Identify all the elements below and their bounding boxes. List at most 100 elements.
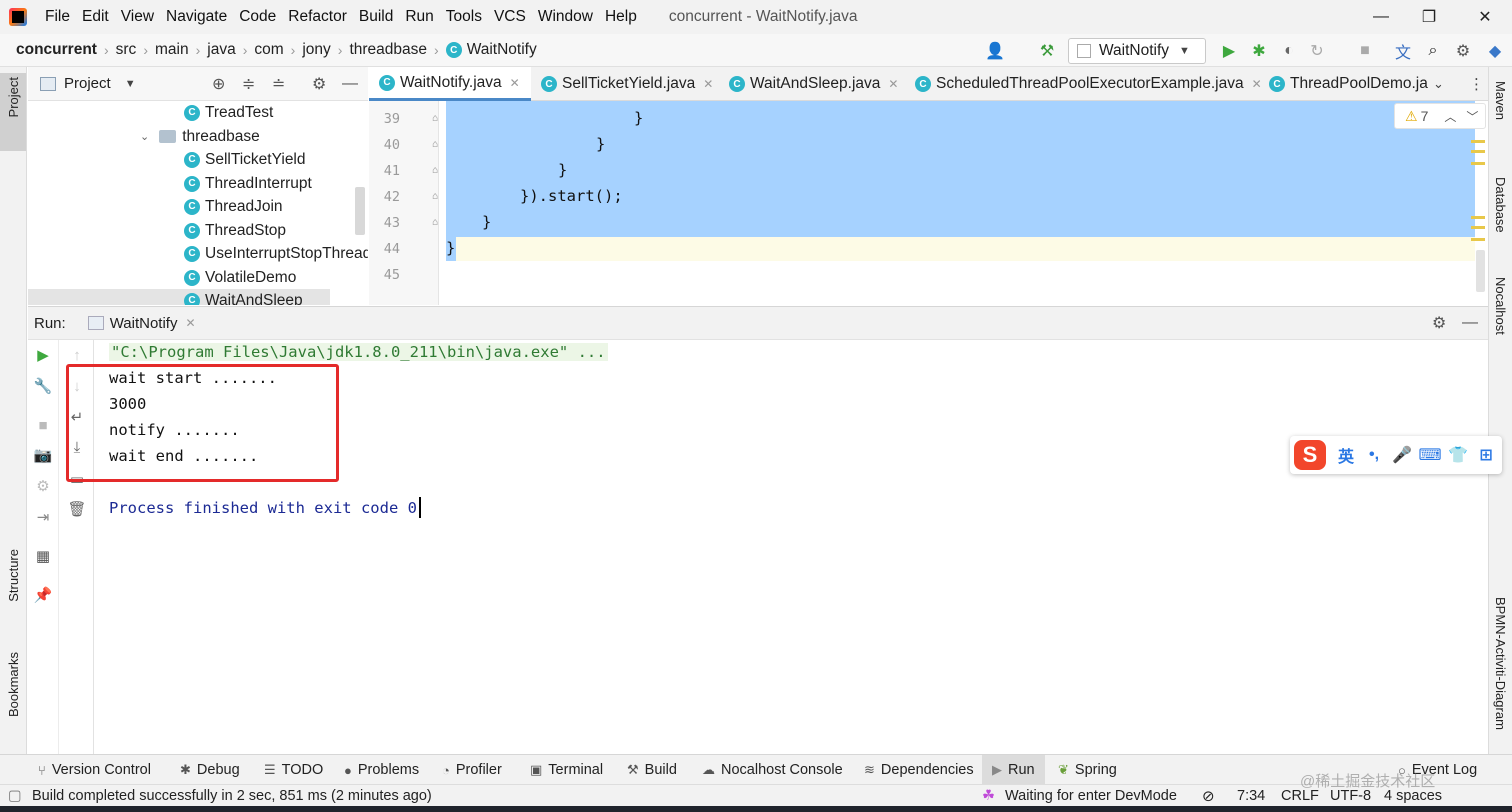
inspection-widget[interactable]: ⚠ 7 ︿ ﹀ [1394,103,1486,129]
editor-scrollbar[interactable] [1476,250,1485,292]
breadcrumb-project[interactable]: concurrent [14,41,99,59]
tool-tab-version-control[interactable]: ⑂ Version Control [38,755,151,785]
tool-tab-build[interactable]: ⚒ Build [627,755,677,785]
fold-marker-icon[interactable]: ⌂ [432,217,438,228]
bookmarks-toolwindow-button[interactable]: Bookmarks [6,652,21,717]
chevron-down-icon[interactable]: ⌄ [140,130,149,143]
error-stripe-mark[interactable] [1471,216,1485,219]
toggle-toolwindows-icon[interactable]: ▢ [8,785,22,807]
breadcrumb-java[interactable]: java [205,41,237,59]
keyboard-icon[interactable]: ⌨ [1416,441,1444,469]
arrow-up-icon[interactable]: ↑ [66,344,88,366]
tool-tab-todo[interactable]: ☰ TODO [264,755,323,785]
tool-tab-spring[interactable]: ❦ Spring [1058,755,1117,785]
run-icon[interactable]: ▶ [1218,40,1240,62]
punctuation-icon[interactable]: •, [1360,441,1388,469]
tab-list-chevron-icon[interactable]: ⌄ [1433,67,1444,101]
tool-tab-profiler[interactable]: ◔ Profiler [442,755,502,785]
close-tab-icon[interactable]: ✕ [703,77,713,91]
menu-edit[interactable]: Edit [76,8,115,26]
chevron-down-icon[interactable]: ﹀ [1466,108,1478,125]
breadcrumb-class[interactable]: C WaitNotify [444,41,539,59]
bpmn-toolwindow-button[interactable]: BPMN-Activiti-Diagram [1493,597,1508,730]
exit-icon[interactable]: ⇥ [32,506,54,528]
chevron-up-icon[interactable]: ︿ [1444,108,1456,125]
sogou-logo-icon[interactable]: S [1294,440,1326,470]
error-stripe-mark[interactable] [1471,140,1485,143]
tool-tab-dependencies[interactable]: ≋ Dependencies [864,755,974,785]
status-message[interactable]: Build completed successfully in 2 sec, 8… [32,785,432,807]
database-toolwindow-button[interactable]: Database [1493,177,1508,233]
stop-icon[interactable]: ■ [32,414,54,436]
tree-item-useinterruptstopthread[interactable]: C UseInterruptStopThread [184,242,368,265]
breadcrumb-threadbase[interactable]: threadbase [347,41,429,59]
menu-vcs[interactable]: VCS [488,8,532,26]
project-toolwindow-button[interactable]: Project [6,77,21,117]
expand-all-icon[interactable]: ≑ [242,74,255,94]
user-icon[interactable]: 👤 [984,40,1006,62]
minimize-icon[interactable]: — [1356,0,1406,34]
code-editor[interactable]: } } } }).start(); } } [440,101,1475,305]
no-sync-icon[interactable]: ⊘ [1202,785,1215,807]
fold-marker-icon[interactable]: ⌂ [432,139,438,150]
tree-scrollbar[interactable] [355,187,365,235]
tab-threadpooldemo[interactable]: C ThreadPoolDemo.ja [1269,67,1439,101]
camera-icon[interactable]: 📷 [32,444,54,466]
skin-icon[interactable]: 👕 [1444,441,1472,469]
tab-sellticketyield[interactable]: C SellTicketYield.java ✕ [541,67,713,101]
tab-waitnotify[interactable]: C WaitNotify.java ✕ [369,67,531,101]
microphone-icon[interactable]: 🎤 [1388,441,1416,469]
breadcrumb-main[interactable]: main [153,41,191,59]
pin-icon[interactable]: 📌 [32,584,54,606]
tree-item-threadinterrupt[interactable]: C ThreadInterrupt [184,172,312,195]
run-config-selector[interactable]: WaitNotify ▼ [1068,38,1206,64]
error-stripe-mark[interactable] [1471,238,1485,241]
menu-help[interactable]: Help [599,8,643,26]
stop-icon[interactable]: ■ [1354,40,1376,62]
tool-tab-problems[interactable]: ● Problems [344,755,419,785]
more-options-icon[interactable]: ⋮ [1469,67,1484,101]
breadcrumb-jony[interactable]: jony [300,41,332,59]
tree-item-threadbase[interactable]: ⌄ threadbase [140,125,260,148]
tree-item-sellticketyield[interactable]: C SellTicketYield [184,148,306,171]
hide-panel-icon[interactable]: — [342,75,358,93]
ime-mode-toggle[interactable]: 英 [1332,441,1360,469]
close-tab-icon[interactable]: ✕ [185,316,195,330]
menu-file[interactable]: File [39,8,76,26]
wrench-icon[interactable]: 🔧 [32,375,54,397]
toolbox-icon[interactable]: ⊞ [1472,441,1500,469]
coverage-icon[interactable]: ◐ [1278,40,1300,62]
menu-tools[interactable]: Tools [440,8,488,26]
close-tab-icon[interactable]: ✕ [1252,77,1262,91]
tree-item-threadstop[interactable]: C ThreadStop [184,219,286,242]
locate-icon[interactable]: ⊕ [212,74,225,94]
error-stripe-mark[interactable] [1471,162,1485,165]
translate-icon[interactable]: 文 [1392,40,1414,62]
layout-icon[interactable]: ▦ [32,545,54,567]
fold-marker-icon[interactable]: ⌂ [432,165,438,176]
trash-icon[interactable]: 🗑 [66,498,88,520]
tree-item-waitandsleep[interactable]: C WaitAndSleep [28,289,330,305]
build-hammer-icon[interactable]: ⚒ [1036,40,1058,62]
tree-item-volatiledemo[interactable]: C VolatileDemo [184,266,296,289]
menu-run[interactable]: Run [399,8,439,26]
close-window-icon[interactable]: ✕ [1460,0,1510,34]
fold-marker-icon[interactable]: ⌂ [432,191,438,202]
hide-run-panel-icon[interactable]: — [1462,314,1478,332]
caret-position[interactable]: 7:34 [1237,785,1265,807]
run-settings-icon[interactable]: ⚙ [1432,313,1446,333]
error-stripe-mark[interactable] [1471,226,1485,229]
rerun-icon[interactable]: ▶ [32,344,54,366]
menu-build[interactable]: Build [353,8,399,26]
breadcrumb-src[interactable]: src [114,41,139,59]
fold-marker-icon[interactable]: ⌂ [432,113,438,124]
restore-icon[interactable]: ❐ [1404,0,1454,34]
profile-icon[interactable]: ↻ [1306,40,1328,62]
search-icon[interactable]: ⌕ [1422,40,1444,62]
chevron-down-icon[interactable]: ▼ [125,78,136,90]
settings-gear-icon[interactable]: ⚙ [1452,40,1474,62]
run-tab-label[interactable]: WaitNotify [110,315,178,332]
menu-view[interactable]: View [115,8,160,26]
tool-tab-run[interactable]: ▶ Run [982,755,1045,785]
close-tab-icon[interactable]: ✕ [888,77,898,91]
